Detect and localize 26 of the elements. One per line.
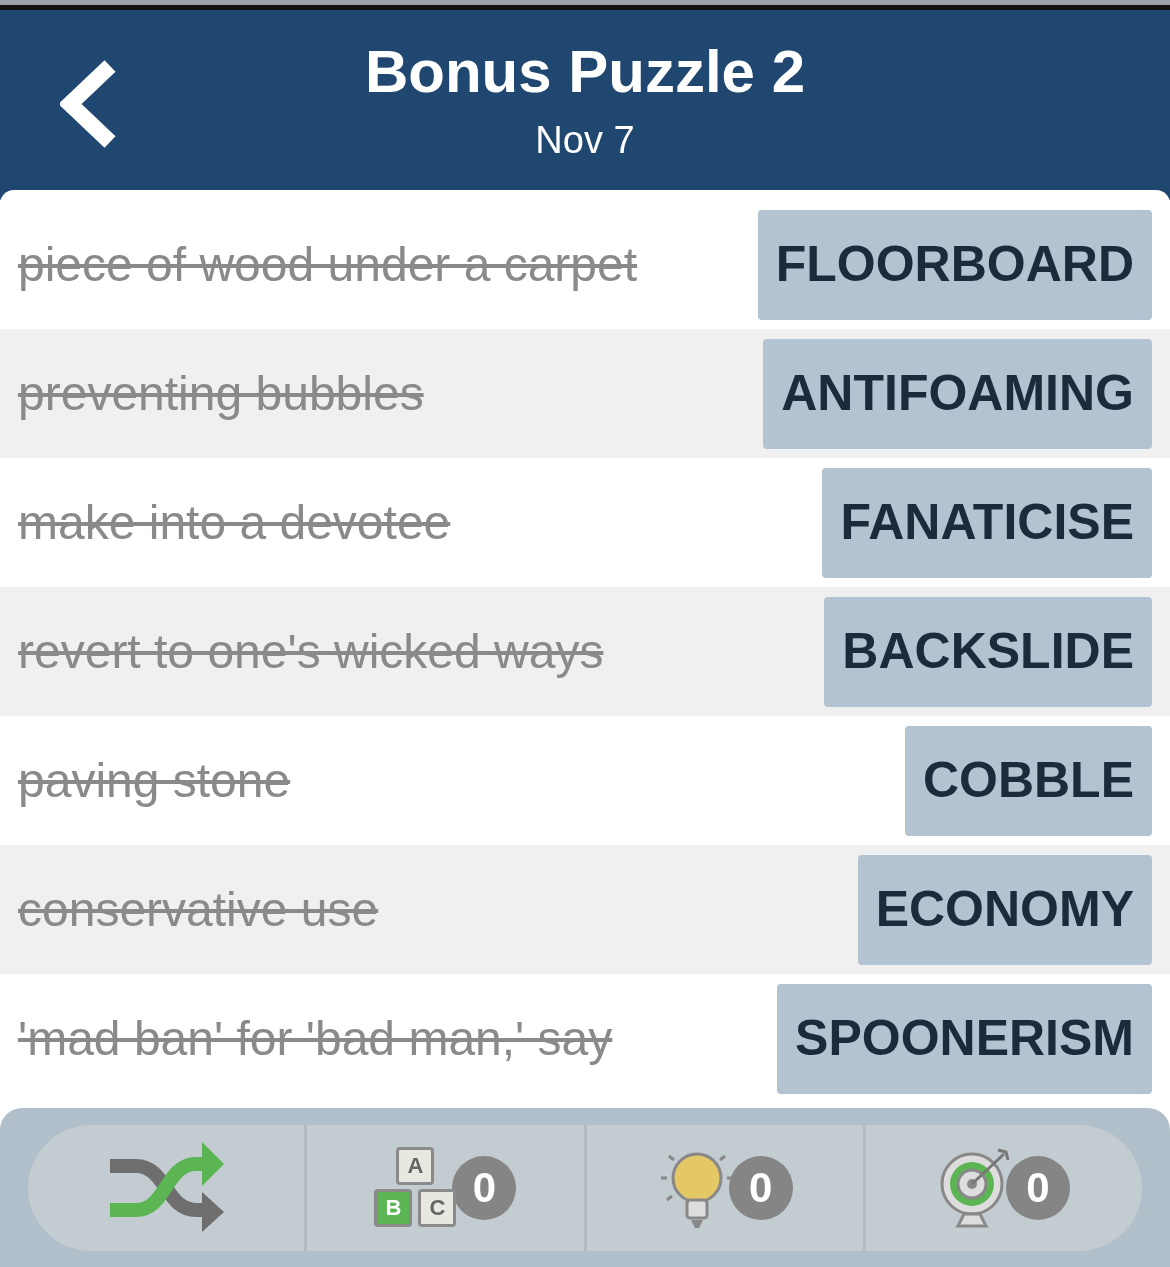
- clue-text: conservative use: [18, 881, 379, 938]
- letter-block: C: [418, 1188, 457, 1227]
- clue-text: 'mad ban' for 'bad man,' say: [18, 1010, 613, 1067]
- toolbar-button[interactable]: 0: [583, 1124, 863, 1251]
- date-subtitle: Nov 7: [535, 118, 635, 162]
- toolbar-button[interactable]: 0: [862, 1124, 1142, 1251]
- letter-block: A: [396, 1146, 435, 1185]
- answer-tile[interactable]: ECONOMY: [857, 854, 1152, 965]
- answer-tile[interactable]: ANTIFOAMING: [763, 338, 1152, 449]
- clue-text: make into a devotee: [18, 494, 451, 551]
- answer-tile[interactable]: SPOONERISM: [777, 983, 1152, 1094]
- count-badge: 0: [452, 1155, 517, 1220]
- clue-text: preventing bubbles: [18, 365, 424, 422]
- answer-tile[interactable]: BACKSLIDE: [824, 596, 1152, 707]
- count-badge: 0: [1005, 1155, 1070, 1220]
- answer-tile[interactable]: FLOORBOARD: [757, 209, 1152, 320]
- answer-tile[interactable]: COBBLE: [904, 725, 1152, 836]
- screen-title: Bonus Puzzle 2: [364, 40, 806, 104]
- clue-text: piece of wood under a carpet: [18, 236, 638, 293]
- count-badge: 0: [728, 1155, 793, 1220]
- letter-block: B: [374, 1188, 413, 1227]
- back-icon[interactable]: [60, 60, 118, 148]
- answer-tile[interactable]: FANATICISE: [822, 467, 1152, 578]
- clue-text: revert to one's wicked ways: [18, 623, 604, 680]
- clue-text: paving stone: [18, 752, 291, 809]
- toolbar-button[interactable]: A B C 0: [304, 1124, 584, 1251]
